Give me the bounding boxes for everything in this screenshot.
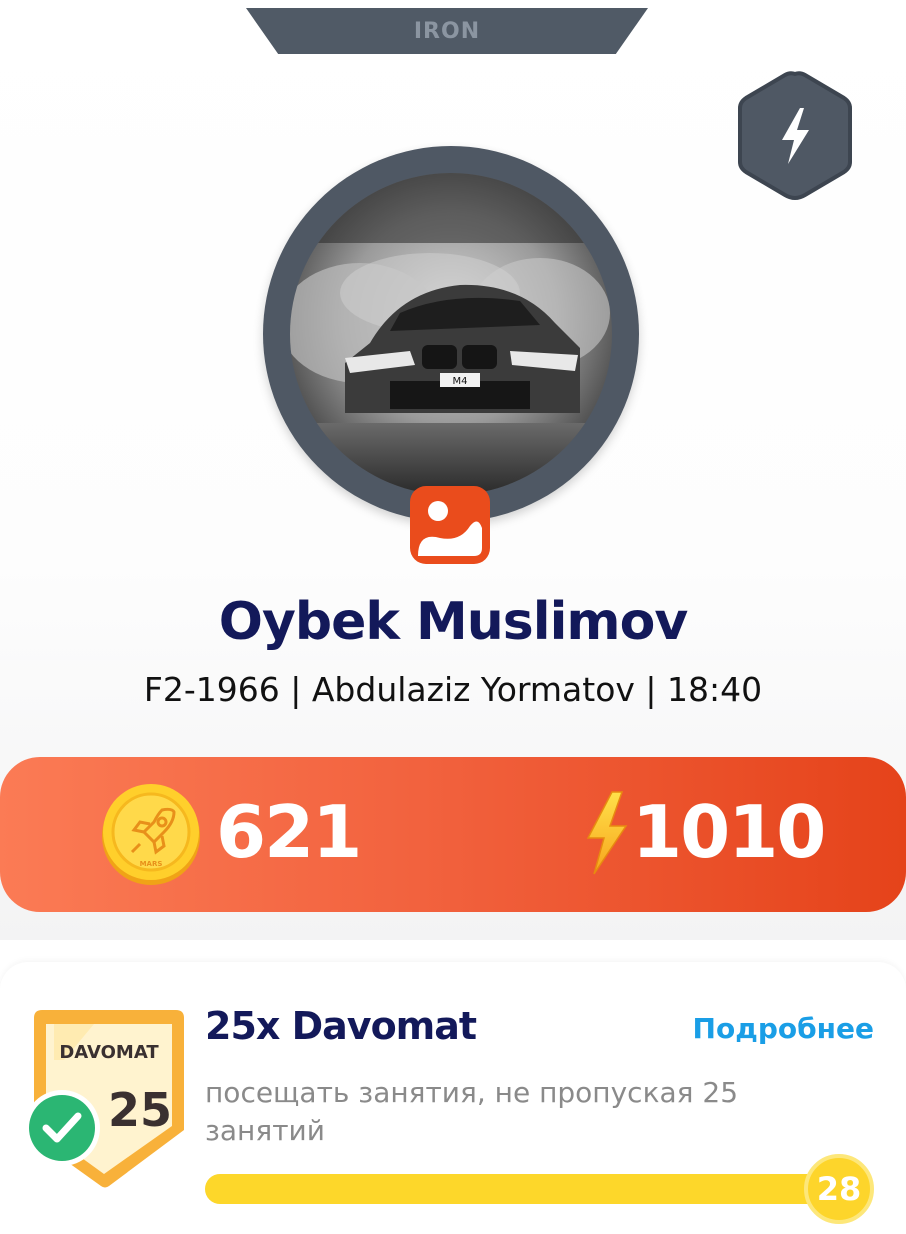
avatar[interactable]: M4 <box>290 173 612 495</box>
progress-fill <box>205 1174 845 1204</box>
rank-ribbon: IRON <box>246 8 648 54</box>
user-name: Oybek Muslimov <box>218 592 688 652</box>
coin-count: 621 <box>216 790 362 874</box>
achievement-description: посещать занятия, не пропуская 25 заняти… <box>205 1076 739 1147</box>
change-photo-button[interactable] <box>410 486 490 564</box>
more-link[interactable]: Подробнее <box>693 1012 874 1045</box>
davomat-badge: DAVOMAT 25 <box>24 1010 186 1190</box>
progress-count: 28 <box>804 1154 874 1224</box>
lightning-hex-button[interactable] <box>734 68 856 202</box>
badge-number: 25 <box>108 1083 172 1137</box>
rocket-coin-icon: MARS <box>100 782 202 886</box>
lightning-icon <box>738 71 852 201</box>
progress-bar <box>205 1174 845 1204</box>
achievement-title: 25x Davomat <box>205 1004 477 1048</box>
car-photo: M4 <box>290 173 612 495</box>
user-meta: F2-1966 | Abdulaziz Yormatov | 18:40 <box>143 670 763 709</box>
badge-label: DAVOMAT <box>59 1042 159 1063</box>
svg-text:M4: M4 <box>453 376 468 387</box>
rank-label: IRON <box>413 18 481 44</box>
image-icon <box>410 486 490 564</box>
svg-text:MARS: MARS <box>140 860 163 868</box>
energy-count: 1010 <box>632 790 826 874</box>
lightning-icon <box>582 790 632 876</box>
